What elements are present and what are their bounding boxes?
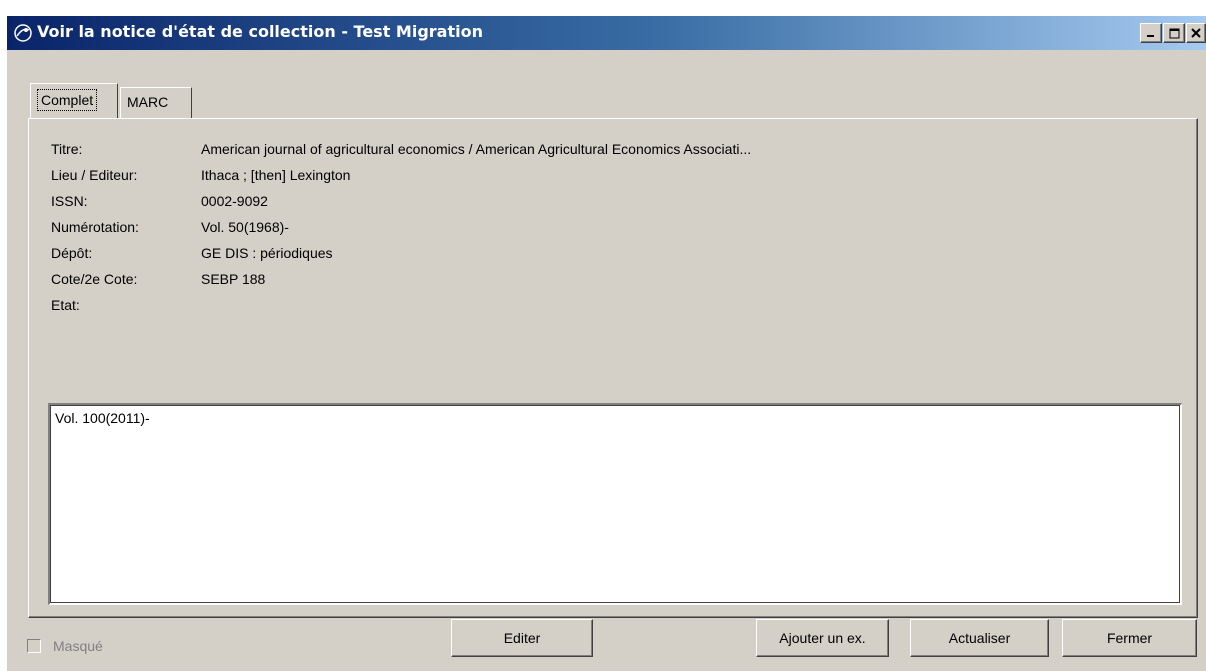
actualiser-button[interactable]: Actualiser — [910, 619, 1049, 657]
title-bar[interactable]: Voir la notice d'état de collection - Te… — [7, 16, 1206, 50]
field-label: Cote/2e Cote: — [51, 271, 138, 287]
tab-marc[interactable]: MARC — [120, 87, 192, 118]
ajouter-exemplaire-button[interactable]: Ajouter un ex. — [756, 619, 889, 657]
window-title: Voir la notice d'état de collection - Te… — [37, 22, 483, 41]
field-value: Vol. 50(1968)- — [201, 219, 289, 235]
field-value: 0002-9092 — [201, 193, 268, 209]
field-label: Etat: — [51, 297, 80, 313]
masque-checkbox[interactable] — [27, 639, 41, 653]
tab-complet[interactable]: Complet — [30, 83, 118, 118]
field-label: ISSN: — [51, 193, 88, 209]
field-label: Numérotation: — [51, 219, 139, 235]
field-value: American journal of agricultural economi… — [201, 141, 752, 157]
field-value: SEBP 188 — [201, 271, 266, 287]
field-value: Ithaca ; [then] Lexington — [201, 167, 351, 183]
close-button[interactable] — [1186, 23, 1206, 43]
etat-textarea[interactable]: Vol. 100(2011)- — [48, 403, 1182, 605]
field-label: Dépôt: — [51, 245, 93, 261]
field-label: Lieu / Editeur: — [51, 167, 138, 183]
minimize-icon — [1147, 35, 1154, 37]
satellite-dish-icon — [14, 24, 32, 42]
close-icon — [1191, 28, 1201, 38]
editer-button[interactable]: Editer — [451, 619, 593, 657]
maximize-icon — [1169, 28, 1179, 38]
minimize-button[interactable] — [1140, 23, 1162, 43]
field-value: GE DIS : périodiques — [201, 245, 333, 261]
field-label: Titre: — [51, 141, 83, 157]
tab-complet-label: Complet — [37, 89, 98, 111]
tab-marc-label: MARC — [127, 94, 169, 110]
fermer-button[interactable]: Fermer — [1062, 619, 1197, 657]
maximize-button[interactable] — [1163, 23, 1185, 43]
dialog-window: Voir la notice d'état de collection - Te… — [7, 16, 1206, 671]
tab-panel-complet: Titre: American journal of agricultural … — [28, 118, 1198, 618]
masque-label: Masqué — [53, 638, 103, 654]
